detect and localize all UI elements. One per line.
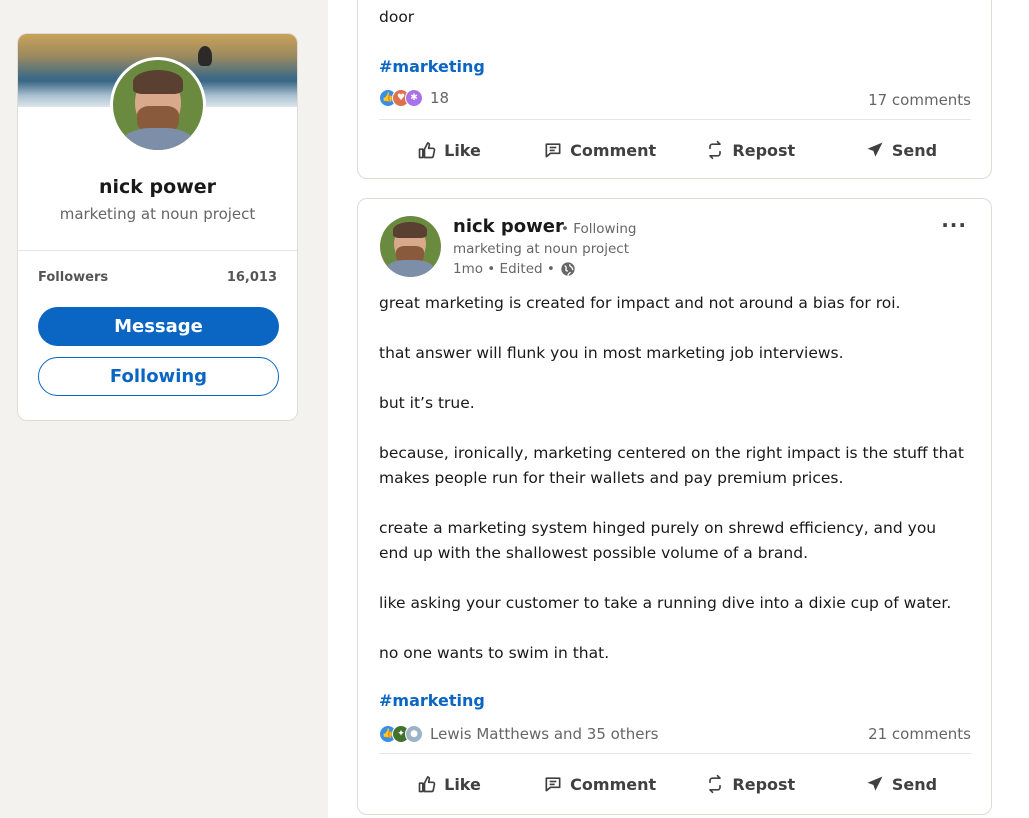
send-button[interactable]: Send (831, 764, 971, 804)
comment-button[interactable]: Comment (530, 130, 670, 170)
post-text-line: great marketing is created for impact an… (379, 294, 901, 312)
post-text-line: that answer will flunk you in most marke… (379, 344, 844, 362)
comment-label: Comment (570, 140, 657, 160)
post-text: door (379, 8, 415, 26)
reactions-text: Lewis Matthews and 35 others (430, 725, 659, 743)
action-divider (379, 753, 971, 754)
following-button[interactable]: Following (38, 357, 279, 396)
repost-icon (709, 774, 722, 794)
post-text-line: but it’s true. (379, 394, 475, 412)
post-actions: Like Comment Repost Send (379, 130, 971, 170)
banner-surfer (198, 46, 212, 66)
like-button[interactable]: Like (379, 130, 519, 170)
comment-icon (545, 777, 561, 792)
support-reaction-icon: ✱ (405, 89, 423, 107)
hashtag-link[interactable]: #marketing (379, 57, 485, 76)
send-icon (867, 776, 883, 791)
reactions-summary[interactable]: 👍 ♥ ✱ 18 (379, 89, 449, 107)
post-card-previous: door #marketing 👍 ♥ ✱ 18 17 comments Lik… (357, 0, 992, 179)
action-divider (379, 119, 971, 120)
comment-icon (545, 143, 561, 158)
post-timestamp: 1mo • Edited • (453, 261, 555, 277)
follow-status: • Following (561, 221, 637, 237)
followers-label: Followers (38, 270, 109, 285)
like-label: Like (444, 774, 481, 794)
globe-icon (561, 262, 575, 276)
post-meta: 1mo • Edited • (453, 261, 576, 277)
more-options-icon[interactable]: ··· (941, 213, 967, 237)
followers-count: 16,013 (226, 270, 277, 285)
author-name[interactable]: nick power (453, 216, 564, 237)
repost-label: Repost (732, 774, 796, 794)
comments-count[interactable]: 21 comments (868, 725, 971, 743)
post-text-line: like asking your customer to take a runn… (379, 594, 952, 612)
author-avatar[interactable] (380, 216, 441, 277)
send-label: Send (891, 774, 938, 794)
comment-button[interactable]: Comment (530, 764, 670, 804)
reactions-summary[interactable]: 👍 ✦ ● Lewis Matthews and 35 others (379, 725, 658, 743)
repost-label: Repost (732, 140, 796, 160)
card-divider (18, 250, 297, 251)
hashtag-link[interactable]: #marketing (379, 691, 485, 710)
reaction-count: 18 (430, 89, 450, 107)
repost-button[interactable]: Repost (680, 764, 820, 804)
post-text-line: makes people run for their wallets and p… (379, 469, 844, 487)
post-actions: Like Comment Repost Send (379, 764, 971, 804)
message-button[interactable]: Message (38, 307, 279, 346)
profile-card: nick power marketing at noun project Fol… (17, 33, 298, 421)
curious-reaction-icon: ● (405, 725, 423, 743)
send-button[interactable]: Send (831, 130, 971, 170)
send-label: Send (891, 140, 938, 160)
post-text-line: because, ironically, marketing centered … (379, 444, 964, 462)
comments-count[interactable]: 17 comments (868, 91, 971, 109)
send-icon (867, 142, 883, 157)
repost-icon (709, 140, 722, 160)
profile-name[interactable]: nick power (18, 176, 297, 198)
like-button[interactable]: Like (379, 764, 519, 804)
author-title: marketing at noun project (453, 241, 630, 257)
like-label: Like (444, 140, 481, 160)
repost-button[interactable]: Repost (680, 130, 820, 170)
post-text-line: create a marketing system hinged purely … (379, 519, 937, 537)
profile-title: marketing at noun project (59, 205, 256, 223)
thumbs-up-icon (418, 142, 436, 159)
post-card: nick power • Following marketing at noun… (357, 198, 992, 815)
comment-label: Comment (570, 774, 657, 794)
profile-avatar[interactable] (110, 57, 206, 153)
post-text-line: end up with the shallowest possible volu… (379, 544, 809, 562)
thumbs-up-icon (418, 776, 436, 793)
post-text-line: no one wants to swim in that. (379, 644, 610, 662)
